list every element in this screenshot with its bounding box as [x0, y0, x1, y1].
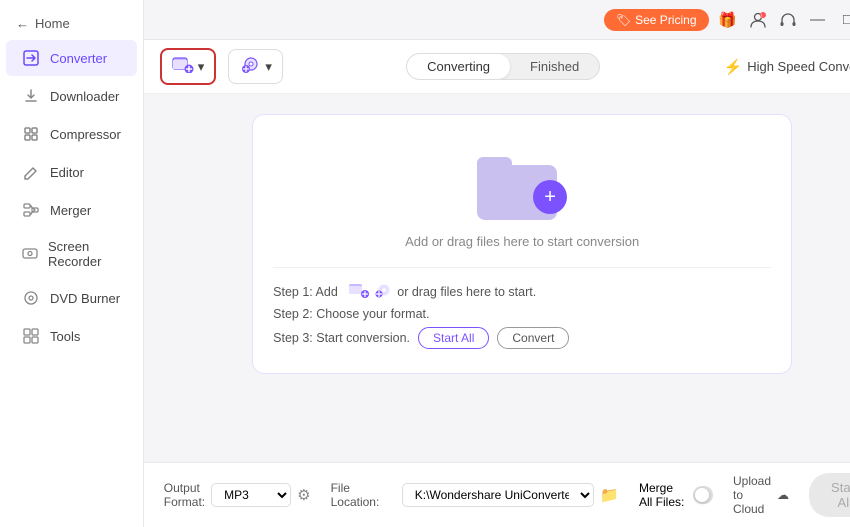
- step1-add-cd-icon: [373, 282, 393, 301]
- output-format-label: Output Format:: [164, 481, 205, 509]
- step1-add-file-icon: [349, 282, 369, 301]
- tab-switcher: Converting Finished: [406, 53, 600, 80]
- lightning-icon: ⚡: [724, 58, 743, 76]
- output-format-select[interactable]: MP3 MP4 AVI MOV: [211, 483, 291, 507]
- tab-finished[interactable]: Finished: [510, 54, 599, 79]
- high-speed-conversion[interactable]: ⚡ High Speed Conversion: [724, 58, 850, 76]
- tools-icon: [22, 327, 40, 345]
- merger-icon: [22, 201, 40, 219]
- content-area: + Add or drag files here to start conver…: [144, 94, 850, 462]
- editor-icon: [22, 163, 40, 181]
- add-cd-dropdown-arrow: ▾: [265, 59, 272, 75]
- compressor-icon: [22, 125, 40, 143]
- sidebar-item-converter[interactable]: Converter: [6, 40, 137, 76]
- sidebar-label-dvd-burner: DVD Burner: [50, 291, 120, 306]
- sidebar-item-downloader[interactable]: Downloader: [6, 78, 137, 114]
- add-cd-button[interactable]: ▾: [228, 49, 283, 84]
- sidebar-label-converter: Converter: [50, 51, 107, 66]
- settings-icon[interactable]: ⚙: [297, 486, 310, 504]
- sidebar-item-editor[interactable]: Editor: [6, 154, 137, 190]
- maximize-icon[interactable]: □: [837, 9, 850, 31]
- file-location-select[interactable]: K:\Wondershare UniConverter 1: [402, 483, 595, 507]
- drop-zone[interactable]: + Add or drag files here to start conver…: [252, 114, 792, 374]
- high-speed-label: High Speed Conversion: [747, 59, 850, 74]
- file-location-field: File Location: K:\Wondershare UniConvert…: [331, 481, 619, 509]
- merge-all-field: Merge All Files:: [639, 481, 713, 509]
- bottom-bar: Output Format: MP3 MP4 AVI MOV ⚙ File Lo…: [144, 462, 850, 527]
- step-3-row: Step 3: Start conversion. Start All Conv…: [273, 327, 771, 349]
- screen-recorder-icon: [22, 245, 38, 263]
- add-file-dropdown-arrow: ▾: [198, 59, 205, 75]
- file-location-label: File Location:: [331, 481, 396, 509]
- merge-toggle[interactable]: [693, 486, 713, 504]
- add-file-icon: [172, 55, 194, 78]
- sidebar-back-label: Home: [35, 16, 70, 31]
- dvd-burner-icon: [22, 289, 40, 307]
- headphone-icon[interactable]: [777, 9, 799, 31]
- see-pricing-label: See Pricing: [635, 13, 696, 27]
- upload-to-cloud-field: Upload to Cloud ☁: [733, 474, 789, 516]
- step1-prefix: Step 1: Add: [273, 285, 338, 299]
- step3-prefix: Step 3: Start conversion.: [273, 331, 410, 345]
- add-file-button[interactable]: ▾: [160, 48, 217, 85]
- gift-icon[interactable]: 🎁: [717, 9, 739, 31]
- downloader-icon: [22, 87, 40, 105]
- sidebar-label-tools: Tools: [50, 329, 80, 344]
- step-2-row: Step 2: Choose your format.: [273, 307, 771, 321]
- sidebar-label-merger: Merger: [50, 203, 91, 218]
- toggle-thumb: [695, 488, 709, 502]
- minimize-icon[interactable]: —: [807, 9, 829, 31]
- sidebar-label-downloader: Downloader: [50, 89, 119, 104]
- cloud-icon[interactable]: ☁: [777, 488, 789, 502]
- topbar: 🏷 See Pricing 🎁 ! — □ ✕: [144, 0, 850, 40]
- bottom-right-area: Merge All Files: Upload to Cloud ☁ Start…: [639, 473, 850, 517]
- sidebar-label-compressor: Compressor: [50, 127, 121, 142]
- see-pricing-button[interactable]: 🏷 See Pricing: [604, 9, 709, 31]
- sidebar: ← Home Converter Downloader: [0, 0, 144, 527]
- user-icon[interactable]: !: [747, 9, 769, 31]
- start-all-small-button[interactable]: Start All: [418, 327, 489, 349]
- sidebar-item-merger[interactable]: Merger: [6, 192, 137, 228]
- sidebar-item-tools[interactable]: Tools: [6, 318, 137, 354]
- output-format-field: Output Format: MP3 MP4 AVI MOV ⚙: [164, 481, 311, 509]
- toolbar: ▾ ▾ Converting Finished ⚡ High Spe: [144, 40, 850, 94]
- tab-converting[interactable]: Converting: [407, 54, 510, 79]
- sidebar-item-dvd-burner[interactable]: DVD Burner: [6, 280, 137, 316]
- folder-plus-icon: +: [533, 180, 567, 214]
- converter-icon: [22, 49, 40, 67]
- sidebar-label-screen-recorder: Screen Recorder: [48, 239, 121, 269]
- sidebar-label-editor: Editor: [50, 165, 84, 180]
- step1-suffix: or drag files here to start.: [397, 285, 536, 299]
- sidebar-back-home[interactable]: ← Home: [0, 8, 143, 39]
- sidebar-item-compressor[interactable]: Compressor: [6, 116, 137, 152]
- back-arrow-icon: ←: [16, 16, 29, 31]
- step2-text: Step 2: Choose your format.: [273, 307, 429, 321]
- upload-to-cloud-label: Upload to Cloud: [733, 474, 771, 516]
- folder-open-icon[interactable]: 📁: [600, 486, 619, 504]
- sidebar-item-screen-recorder[interactable]: Screen Recorder: [6, 230, 137, 278]
- merge-all-label: Merge All Files:: [639, 481, 687, 509]
- start-all-main-button[interactable]: Start All: [809, 473, 850, 517]
- steps-area: Step 1: Add: [273, 267, 771, 353]
- main-content: 🏷 See Pricing 🎁 ! — □ ✕: [144, 0, 850, 527]
- step-1-row: Step 1: Add: [273, 282, 771, 301]
- convert-small-button[interactable]: Convert: [497, 327, 569, 349]
- folder-icon-wrap: +: [477, 145, 567, 220]
- svg-text:!: !: [761, 14, 762, 20]
- drop-zone-text: Add or drag files here to start conversi…: [405, 234, 639, 249]
- tag-icon: 🏷: [616, 13, 631, 27]
- add-cd-icon: [239, 55, 261, 78]
